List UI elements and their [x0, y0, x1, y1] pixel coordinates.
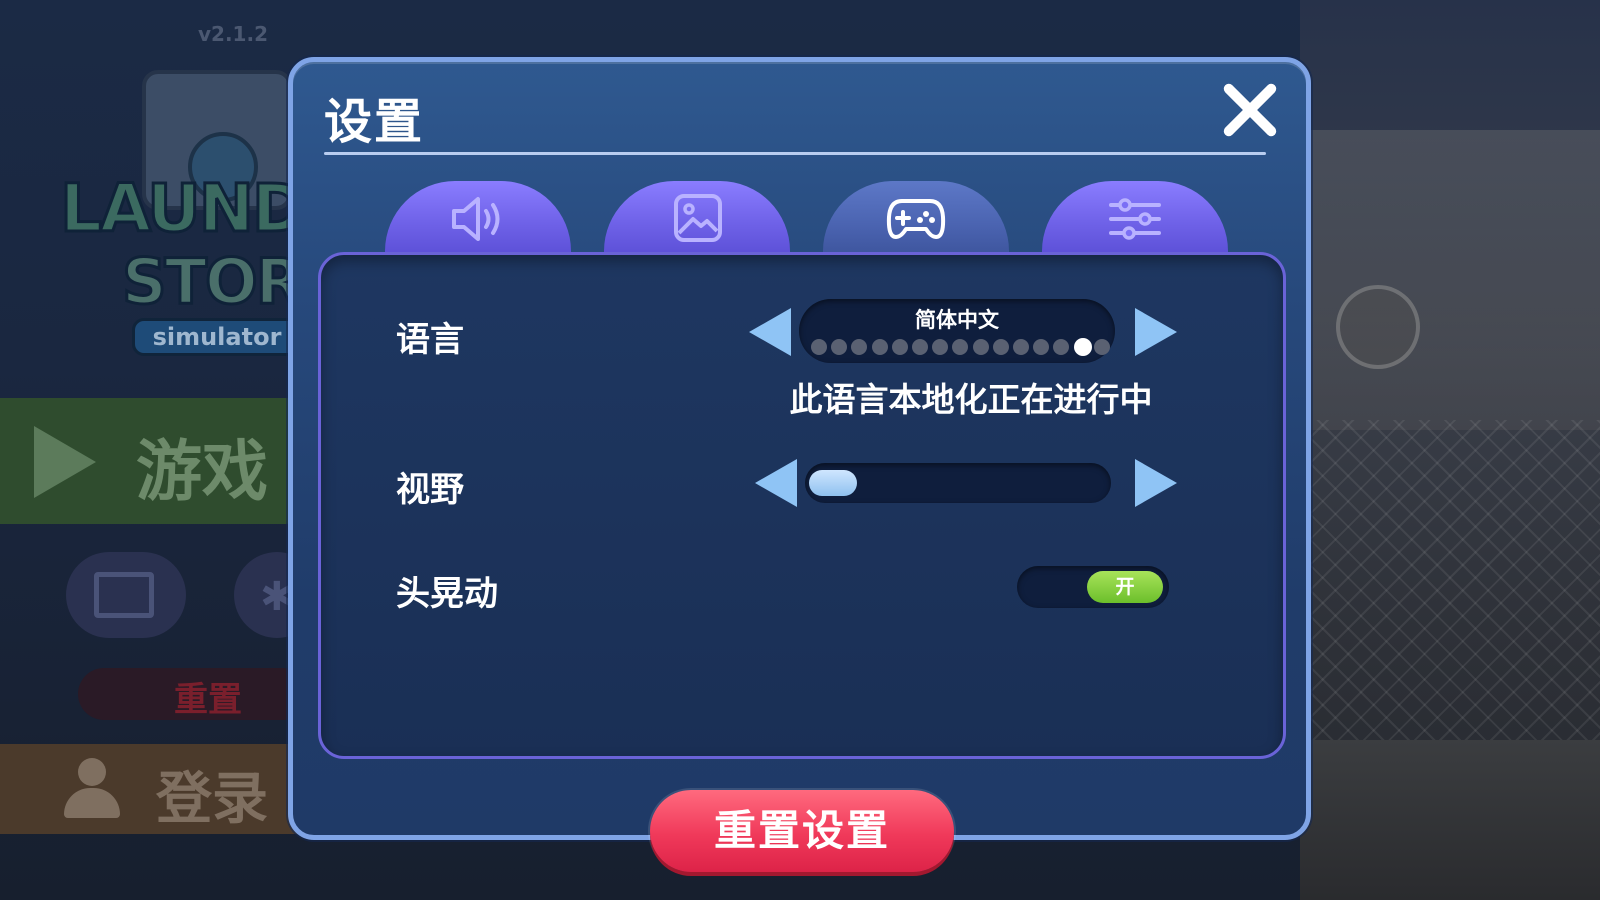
fov-slider[interactable] [805, 463, 1111, 503]
language-dot [1033, 339, 1050, 355]
tab-audio[interactable] [385, 181, 571, 257]
language-next-arrow-icon[interactable] [1135, 308, 1177, 356]
play-icon [34, 426, 96, 498]
news-button [66, 552, 186, 638]
language-dot [1053, 339, 1070, 355]
language-dot [952, 339, 969, 355]
language-dot [932, 339, 949, 355]
language-dot [1073, 338, 1092, 356]
language-dot [992, 339, 1009, 355]
fov-increase-arrow-icon[interactable] [1135, 459, 1177, 507]
language-dot [972, 339, 989, 355]
background-building [1310, 130, 1600, 430]
language-dot [891, 339, 908, 355]
menu-reset-button: 重置 [78, 668, 308, 720]
language-dot [871, 339, 888, 355]
close-icon[interactable] [1213, 74, 1287, 148]
dialog-title: 设置 [324, 94, 425, 150]
background-fence [1300, 420, 1600, 760]
reset-settings-button[interactable]: 重置设置 [650, 790, 954, 872]
sliders-icon [1109, 198, 1161, 240]
play-button: 游戏 [0, 398, 300, 524]
language-dot [831, 339, 848, 355]
head-bob-label: 头晃动 [396, 574, 498, 614]
game-logo: LAUND STOR simulator [59, 70, 320, 356]
language-prev-arrow-icon[interactable] [749, 308, 791, 356]
speaker-icon [452, 197, 500, 241]
controls-panel: 语言 简体中文 此语言本地化正在进行中 视野 头晃动 开 [318, 252, 1286, 759]
person-icon [64, 758, 120, 820]
login-button: 登录 [0, 744, 300, 834]
title-divider [324, 152, 1266, 155]
play-label: 游戏 [136, 433, 268, 510]
login-label: 登录 [156, 767, 268, 832]
tab-advanced[interactable] [1042, 181, 1228, 257]
language-value: 简体中文 [915, 308, 999, 332]
logo-word-2: STOR [120, 244, 304, 320]
head-bob-toggle-state: 开 [1087, 571, 1163, 603]
tab-controls[interactable] [823, 181, 1009, 257]
tab-graphics[interactable] [604, 181, 790, 257]
language-dot [851, 339, 868, 355]
language-label: 语言 [396, 320, 464, 360]
logo-subtitle: simulator [132, 318, 302, 356]
newspaper-icon [94, 572, 154, 618]
language-dot [1093, 339, 1110, 355]
language-selector[interactable]: 简体中文 [799, 299, 1115, 363]
language-page-dots [807, 338, 1110, 356]
language-dot [912, 339, 928, 355]
logo-word-1: LAUND [59, 169, 309, 249]
image-icon [674, 194, 722, 242]
language-dot [811, 339, 827, 355]
gamepad-icon [886, 199, 946, 239]
fov-label: 视野 [396, 470, 464, 510]
game-version: v2.1.2 [198, 22, 268, 46]
language-notice: 此语言本地化正在进行中 [789, 380, 1153, 419]
fov-slider-handle[interactable] [809, 470, 857, 496]
fov-decrease-arrow-icon[interactable] [755, 459, 797, 507]
language-dot [1013, 339, 1029, 355]
background-ac-fan [1336, 285, 1420, 369]
settings-dialog: 设置 语言 简体中文 此语言本地化正在进行中 视野 头晃动 开 [288, 57, 1311, 840]
menu-reset-label: 重置 [174, 680, 242, 720]
head-bob-toggle[interactable]: 开 [1017, 566, 1169, 608]
background-ground [1300, 740, 1600, 900]
